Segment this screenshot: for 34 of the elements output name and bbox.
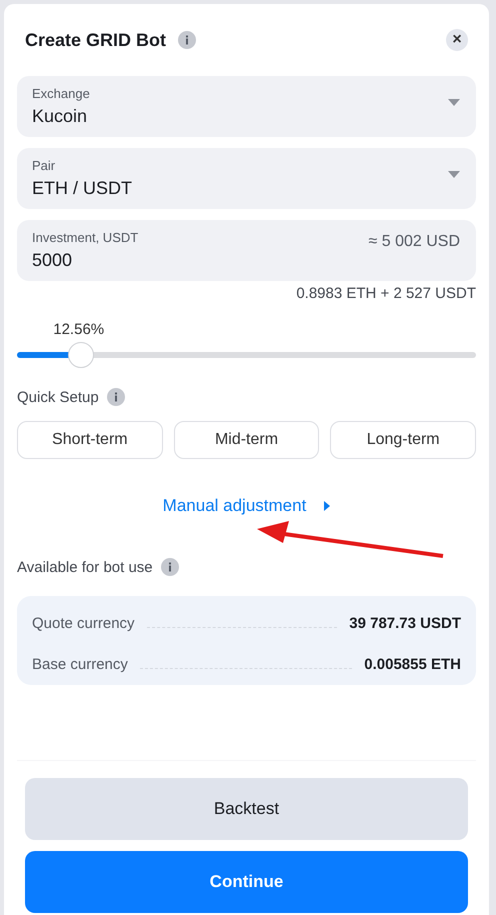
preset-button[interactable]: Mid-term — [174, 421, 320, 459]
info-icon[interactable] — [160, 558, 179, 576]
close-button[interactable]: × — [446, 29, 468, 51]
select-field[interactable]: Pair ETH / USDT — [17, 148, 476, 209]
select-field[interactable]: Exchange Kucoin — [17, 76, 476, 137]
balance-label: Quote currency — [32, 615, 135, 632]
field-value: ETH / USDT — [32, 178, 134, 199]
caret-icon — [448, 99, 460, 106]
field-label: Pair — [32, 158, 56, 173]
input-field[interactable]: Investment, USDT 5000 ≈ 5 002 USD — [17, 220, 476, 281]
preset-button[interactable]: Long-term — [330, 421, 476, 459]
balance-label: Base currency — [32, 656, 128, 673]
section-label: Available for bot use — [17, 558, 153, 576]
usd-estimate: ≈ 5 002 USD — [368, 232, 460, 250]
dialog-title: Create GRID Bot — [25, 30, 166, 50]
conversion-text: 0.8983 ETH + 2 527 USDT — [295, 285, 476, 304]
balance-value: 0.005855 ETH — [364, 656, 461, 673]
field-value: 5000 — [32, 250, 74, 271]
info-icon[interactable] — [178, 31, 196, 49]
slider[interactable] — [17, 342, 476, 368]
caret-icon — [448, 171, 460, 178]
caret-icon — [324, 501, 330, 511]
info-icon[interactable] — [106, 388, 125, 406]
slider-thumb[interactable] — [68, 342, 94, 368]
backtest-button[interactable]: Backtest — [25, 778, 468, 840]
section-label: Quick Setup — [17, 388, 99, 406]
manual-adjustment-link[interactable]: Manual adjustment — [162, 496, 306, 516]
field-label: Exchange — [32, 86, 91, 101]
field-value: Kucoin — [32, 106, 88, 127]
slider-reading: 12.56% — [53, 321, 106, 338]
preset-button[interactable]: Short-term — [17, 421, 163, 459]
balance-value: 39 787.73 USDT — [349, 615, 461, 632]
field-label: Investment, USDT — [32, 230, 140, 245]
continue-button[interactable]: Continue — [25, 851, 468, 913]
